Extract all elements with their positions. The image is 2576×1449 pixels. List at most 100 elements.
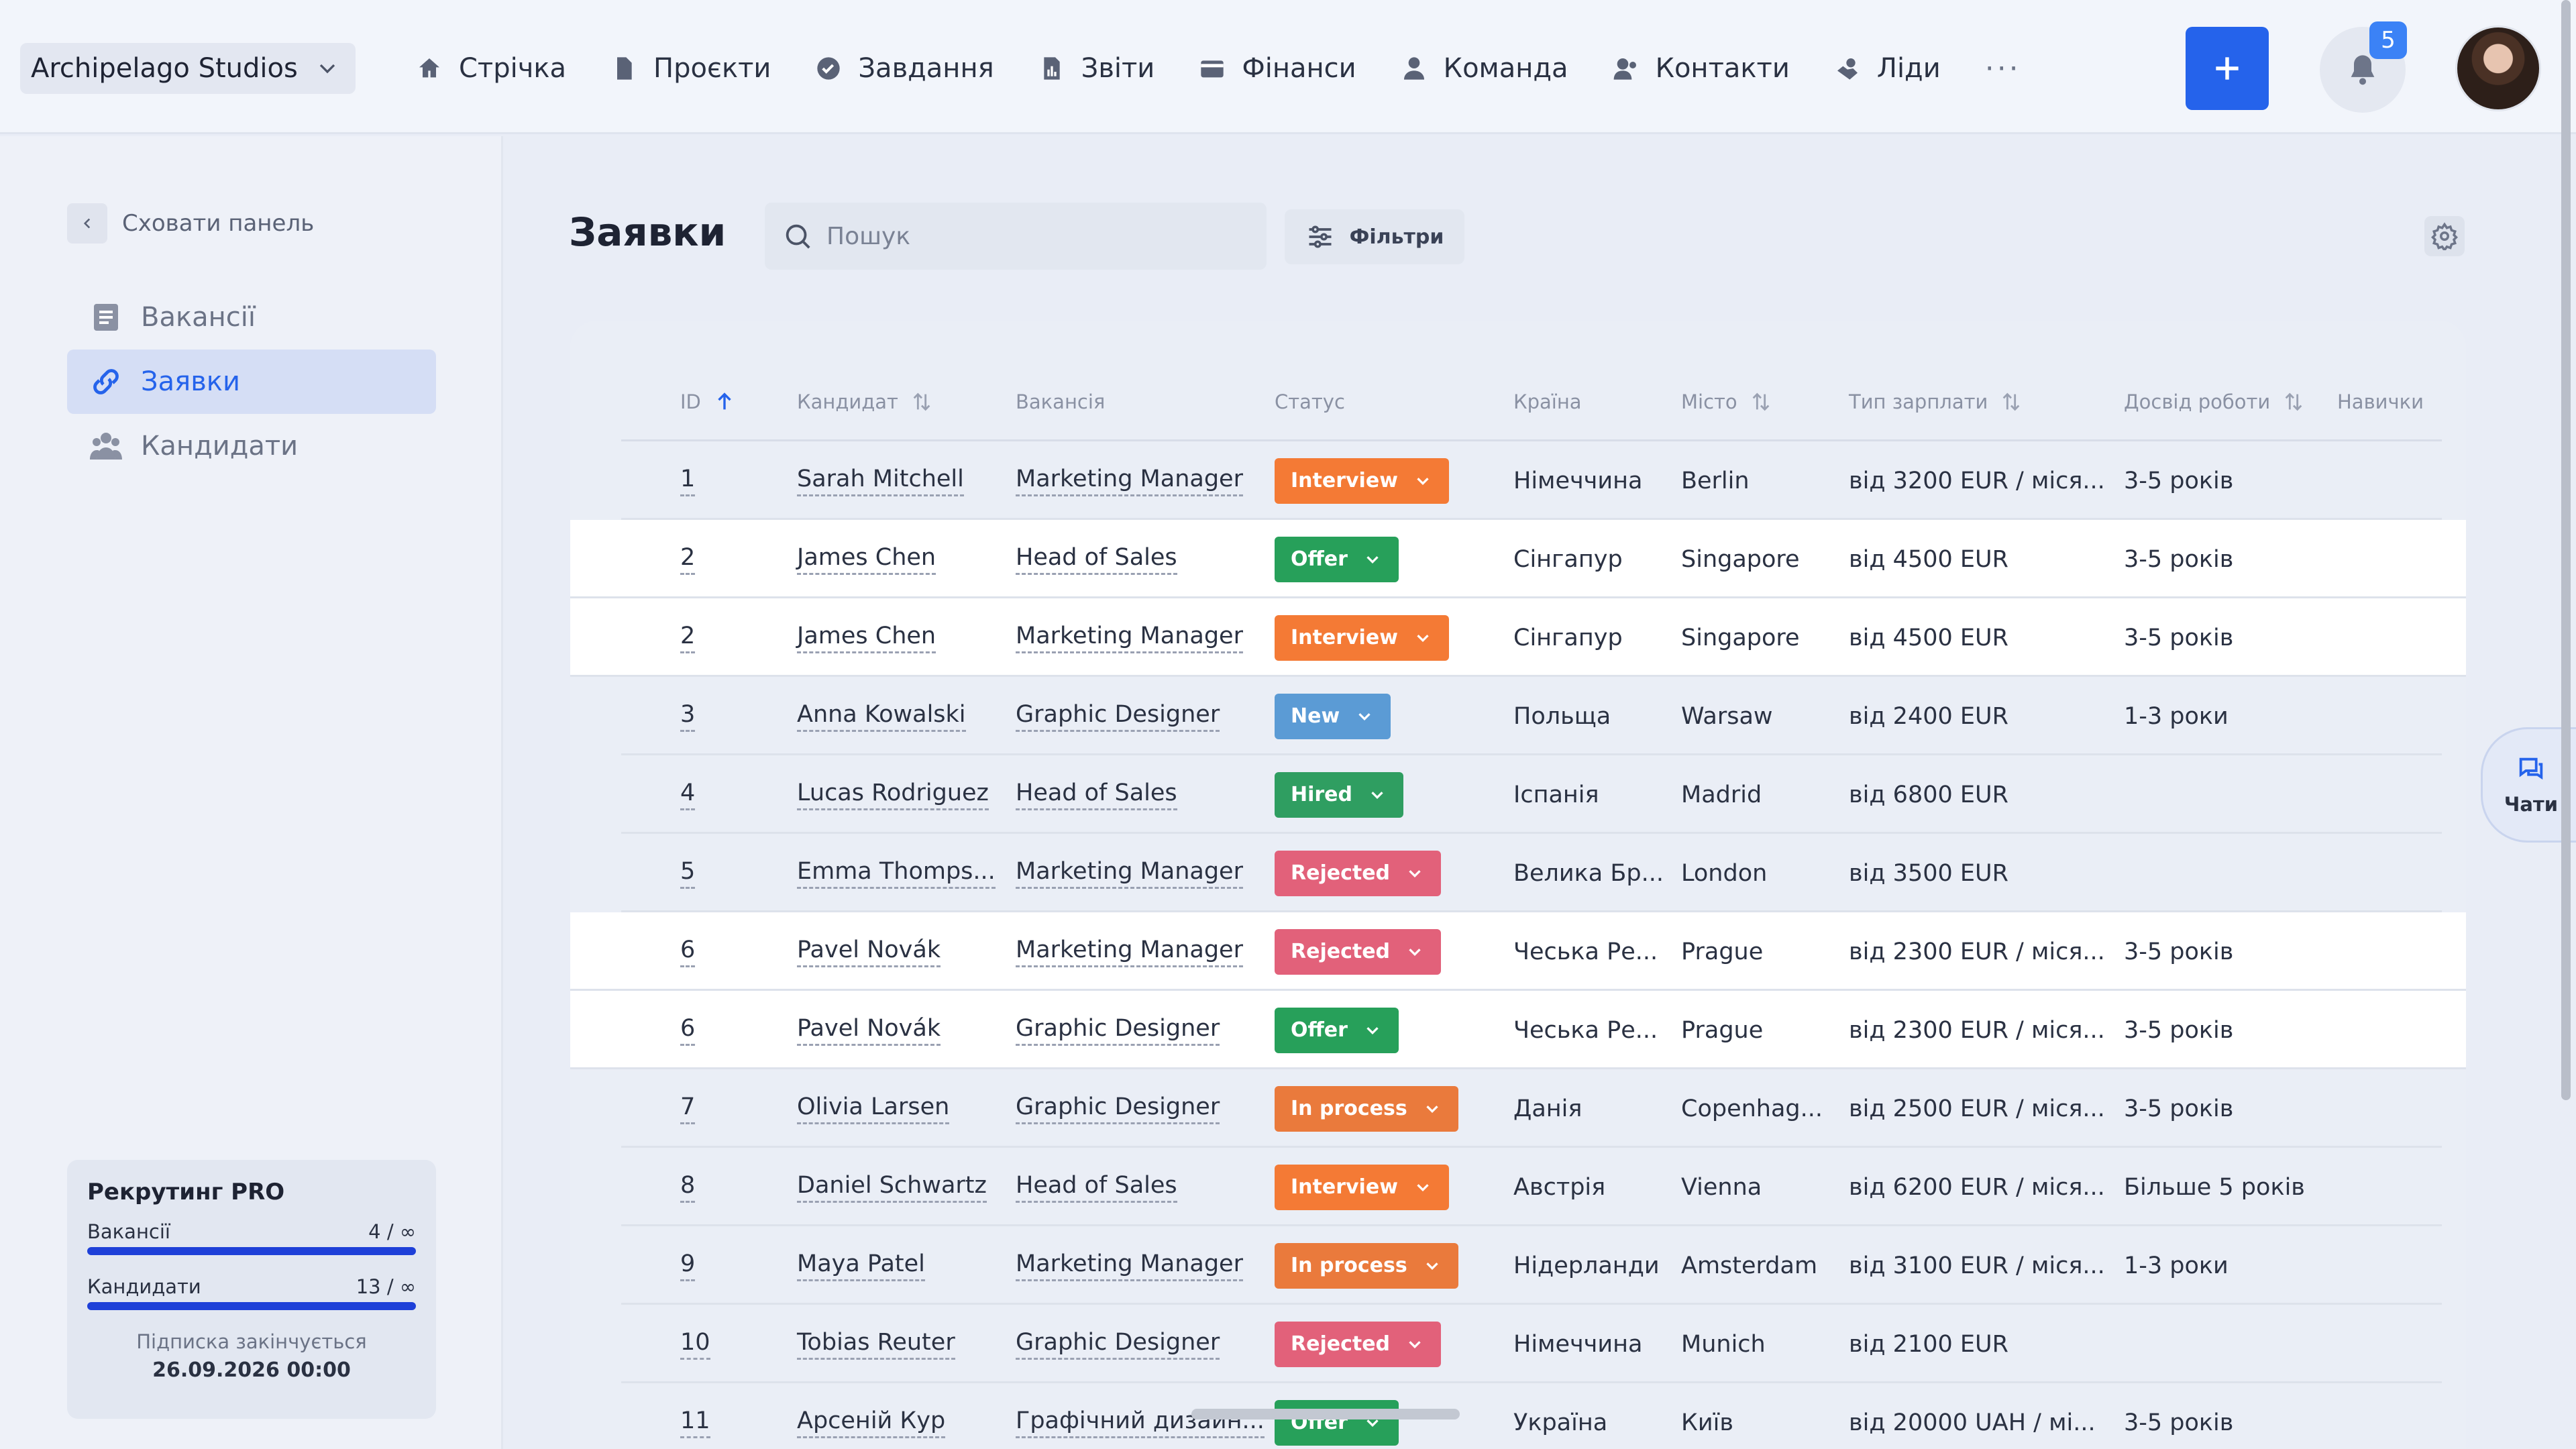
cell-vacancy[interactable]: Graphic Designer bbox=[1016, 677, 1220, 755]
column-header-country[interactable]: Країна bbox=[1513, 362, 1582, 441]
cell-candidate-text[interactable]: Maya Patel bbox=[797, 1250, 925, 1281]
cell-vacancy-text[interactable]: Marketing Manager bbox=[1016, 936, 1243, 967]
cell-status[interactable]: Interview bbox=[1275, 441, 1449, 520]
cell-candidate-text[interactable]: Pavel Novák bbox=[797, 936, 941, 967]
cell-vacancy-text[interactable]: Head of Sales bbox=[1016, 543, 1177, 575]
table-row[interactable]: 8 Daniel Schwartz Head of Sales Interview Ав… bbox=[621, 1148, 2442, 1226]
cell-vacancy[interactable]: Marketing Manager bbox=[1016, 834, 1243, 912]
cell-status[interactable]: Offer bbox=[1275, 520, 1399, 598]
cell-candidate[interactable]: Арсеній Кур bbox=[797, 1383, 946, 1449]
cell-candidate-text[interactable]: Emma Thomps... bbox=[797, 857, 996, 889]
cell-vacancy[interactable]: Head of Sales bbox=[1016, 755, 1177, 834]
column-header-skills[interactable]: Навички bbox=[2337, 362, 2424, 441]
column-header-salary[interactable]: Тип зарплати bbox=[1849, 362, 2023, 441]
cell-candidate-text[interactable]: James Chen bbox=[797, 543, 936, 575]
status-dropdown[interactable]: Rejected bbox=[1275, 850, 1442, 896]
cell-candidate[interactable]: Anna Kowalski bbox=[797, 677, 966, 755]
cell-vacancy[interactable]: Graphic Designer bbox=[1016, 1069, 1220, 1148]
cell-vacancy[interactable]: Graphic Designer bbox=[1016, 991, 1220, 1069]
cell-vacancy-text[interactable]: Graphic Designer bbox=[1016, 1093, 1220, 1124]
cell-candidate[interactable]: Olivia Larsen bbox=[797, 1069, 950, 1148]
status-dropdown[interactable]: Rejected bbox=[1275, 1321, 1442, 1367]
cell-vacancy-text[interactable]: Marketing Manager bbox=[1016, 857, 1243, 889]
nav-item-finance[interactable]: Фінанси bbox=[1199, 43, 1356, 94]
table-row[interactable]: 11 Арсеній Кур Графічний дизайн... Offer Укр… bbox=[621, 1383, 2442, 1449]
search-box[interactable] bbox=[765, 203, 1267, 270]
status-dropdown[interactable]: Rejected bbox=[1275, 928, 1442, 975]
cell-candidate-text[interactable]: Sarah Mitchell bbox=[797, 465, 964, 496]
table-row[interactable]: 2 James Chen Marketing Manager Interview Сін… bbox=[570, 598, 2466, 677]
nav-item-tasks[interactable]: Завдання bbox=[815, 43, 994, 94]
cell-candidate-text[interactable]: Olivia Larsen bbox=[797, 1093, 950, 1124]
table-row[interactable]: 3 Anna Kowalski Graphic Designer New Польща W… bbox=[621, 677, 2442, 755]
table-row[interactable]: 6 Pavel Novák Marketing Manager Rejected Чес… bbox=[570, 912, 2466, 991]
cell-candidate[interactable]: Pavel Novák bbox=[797, 991, 941, 1069]
sidebar-item-candidates[interactable]: Кандидати bbox=[67, 414, 436, 478]
workspace-selector[interactable]: Archipelago Studios bbox=[20, 43, 356, 94]
cell-vacancy-text[interactable]: Marketing Manager bbox=[1016, 465, 1243, 496]
status-dropdown[interactable]: Interview bbox=[1275, 1164, 1449, 1210]
cell-candidate[interactable]: Emma Thomps... bbox=[797, 834, 996, 912]
cell-status[interactable]: Interview bbox=[1275, 1148, 1449, 1226]
cell-vacancy-text[interactable]: Marketing Manager bbox=[1016, 622, 1243, 653]
filters-button[interactable]: Фільтри bbox=[1285, 209, 1464, 264]
user-avatar[interactable] bbox=[2455, 25, 2541, 111]
cell-candidate[interactable]: Sarah Mitchell bbox=[797, 441, 964, 520]
nav-item-reports[interactable]: Звіти bbox=[1038, 43, 1155, 94]
status-dropdown[interactable]: Interview bbox=[1275, 458, 1449, 504]
cell-vacancy-text[interactable]: Graphic Designer bbox=[1016, 1328, 1220, 1360]
cell-vacancy-text[interactable]: Graphic Designer bbox=[1016, 1014, 1220, 1046]
cell-candidate-text[interactable]: Арсеній Кур bbox=[797, 1407, 946, 1438]
cell-candidate[interactable]: Tobias Reuter bbox=[797, 1305, 955, 1383]
sidebar-item-vacancies[interactable]: Вакансії bbox=[67, 285, 436, 350]
column-header-city[interactable]: Місто bbox=[1681, 362, 1772, 441]
column-header-status[interactable]: Статус bbox=[1275, 362, 1345, 441]
nav-item-projects[interactable]: Проєкти bbox=[610, 43, 771, 94]
cell-vacancy[interactable]: Marketing Manager bbox=[1016, 912, 1243, 991]
nav-item-contacts[interactable]: Контакти bbox=[1613, 43, 1790, 94]
status-dropdown[interactable]: New bbox=[1275, 693, 1391, 739]
cell-status[interactable]: In process bbox=[1275, 1226, 1458, 1305]
cell-vacancy[interactable]: Head of Sales bbox=[1016, 1148, 1177, 1226]
cell-vacancy-text[interactable]: Graphic Designer bbox=[1016, 700, 1220, 732]
status-dropdown[interactable]: In process bbox=[1275, 1085, 1458, 1132]
table-row[interactable]: 7 Olivia Larsen Graphic Designer In process… bbox=[621, 1069, 2442, 1148]
table-row[interactable]: 4 Lucas Rodriguez Head of Sales Hired Іспані… bbox=[621, 755, 2442, 834]
status-dropdown[interactable]: Offer bbox=[1275, 1399, 1399, 1446]
cell-candidate[interactable]: Pavel Novák bbox=[797, 912, 941, 991]
sidebar-item-applications[interactable]: Заявки bbox=[67, 350, 436, 414]
nav-item-leads[interactable]: Ліди bbox=[1834, 43, 1941, 94]
cell-vacancy-text[interactable]: Head of Sales bbox=[1016, 779, 1177, 810]
table-row[interactable]: 9 Maya Patel Marketing Manager In process Ні… bbox=[621, 1226, 2442, 1305]
cell-candidate[interactable]: James Chen bbox=[797, 520, 936, 598]
column-header-experience[interactable]: Досвід роботи bbox=[2124, 362, 2305, 441]
search-input[interactable] bbox=[826, 222, 1242, 250]
cell-vacancy[interactable]: Head of Sales bbox=[1016, 520, 1177, 598]
nav-item-team[interactable]: Команда bbox=[1401, 43, 1568, 94]
column-header-candidate[interactable]: Кандидат bbox=[797, 362, 933, 441]
status-dropdown[interactable]: Offer bbox=[1275, 536, 1399, 582]
status-dropdown[interactable]: Interview bbox=[1275, 614, 1449, 661]
horizontal-scrollbar[interactable] bbox=[1191, 1409, 1460, 1419]
table-row[interactable]: 5 Emma Thomps... Marketing Manager Rejected… bbox=[621, 834, 2442, 912]
status-dropdown[interactable]: Hired bbox=[1275, 771, 1404, 818]
cell-status[interactable]: New bbox=[1275, 677, 1391, 755]
table-row[interactable]: 6 Pavel Novák Graphic Designer Offer Чеська … bbox=[570, 991, 2466, 1069]
cell-candidate-text[interactable]: James Chen bbox=[797, 622, 936, 653]
cell-candidate-text[interactable]: Daniel Schwartz bbox=[797, 1171, 987, 1203]
cell-candidate[interactable]: Maya Patel bbox=[797, 1226, 925, 1305]
column-header-vacancy[interactable]: Вакансія bbox=[1016, 362, 1105, 441]
nav-item-feed[interactable]: Стрічка bbox=[416, 43, 566, 94]
collapse-sidebar-button[interactable]: Сховати панель bbox=[67, 203, 314, 244]
cell-candidate[interactable]: James Chen bbox=[797, 598, 936, 677]
cell-candidate-text[interactable]: Pavel Novák bbox=[797, 1014, 941, 1046]
status-dropdown[interactable]: Offer bbox=[1275, 1007, 1399, 1053]
cell-status[interactable]: Offer bbox=[1275, 991, 1399, 1069]
cell-vacancy[interactable]: Graphic Designer bbox=[1016, 1305, 1220, 1383]
cell-vacancy-text[interactable]: Head of Sales bbox=[1016, 1171, 1177, 1203]
add-button[interactable] bbox=[2186, 27, 2269, 110]
table-row[interactable]: 1 Sarah Mitchell Marketing Manager Intervie… bbox=[621, 441, 2442, 520]
cell-vacancy-text[interactable]: Marketing Manager bbox=[1016, 1250, 1243, 1281]
cell-status[interactable]: Interview bbox=[1275, 598, 1449, 677]
vertical-scrollbar[interactable] bbox=[2561, 0, 2571, 1100]
